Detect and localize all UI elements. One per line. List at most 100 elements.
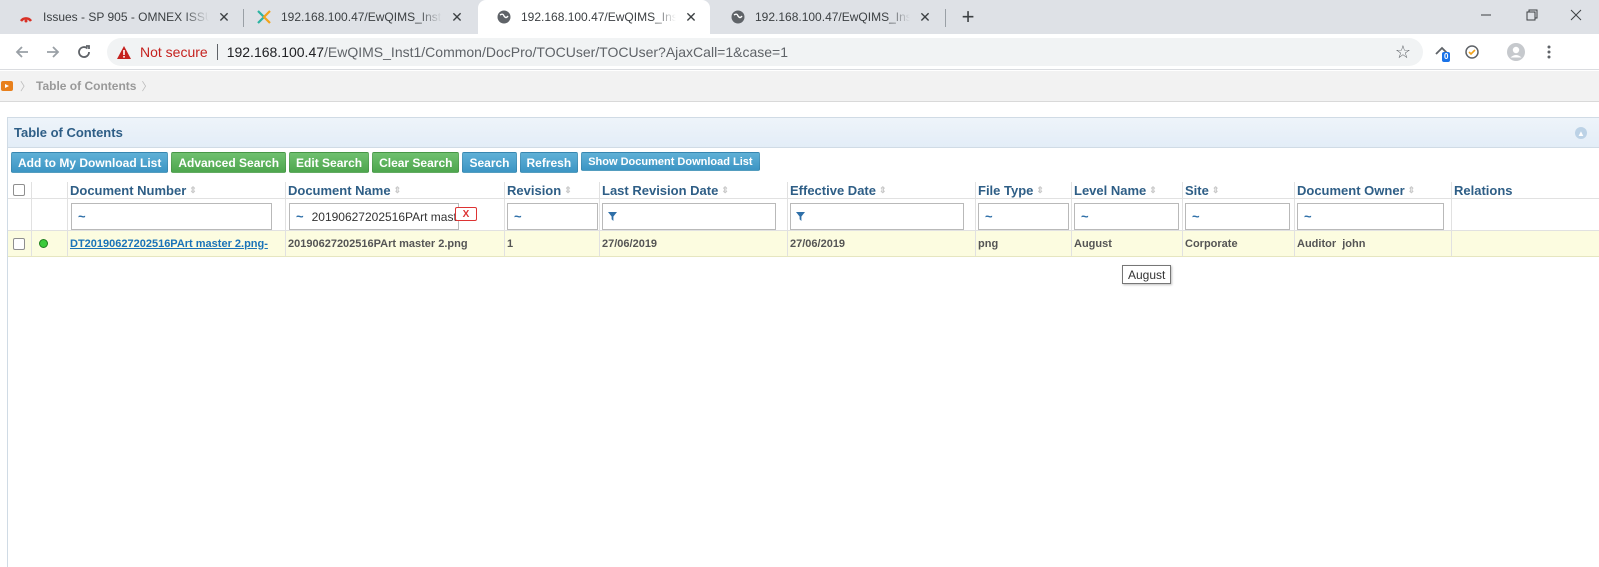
tab-title: 192.168.100.47/EwQIMS_Inst1/Common: [755, 10, 910, 24]
window-close-icon[interactable]: [1553, 0, 1599, 30]
browser-tab-strip: Issues - SP 905 - OMNEX ISSUE TRACKER ✕ …: [0, 0, 1599, 34]
document-number-link[interactable]: DT20190627202516PArt master 2.png-: [70, 238, 268, 250]
close-icon[interactable]: ✕: [682, 8, 700, 26]
filter-cell: [600, 199, 788, 230]
reload-icon[interactable]: [72, 40, 96, 64]
cell-revision: 1: [505, 231, 600, 256]
url-host: 192.168.100.47: [226, 44, 325, 60]
effective-date-filter-input[interactable]: [790, 203, 964, 230]
forward-arrow-icon[interactable]: [41, 40, 65, 64]
profile-avatar-icon[interactable]: [1506, 42, 1526, 62]
filter-cell: [1452, 199, 1599, 230]
document-name-filter-input[interactable]: ~20190627202516PArt master 2.png: [289, 203, 459, 230]
contains-operator-icon[interactable]: ~: [985, 209, 993, 224]
header-site[interactable]: Site ⇕: [1183, 182, 1295, 198]
filter-cell: ~: [1183, 199, 1295, 230]
filter-funnel-icon[interactable]: [608, 212, 617, 221]
breadcrumb-item[interactable]: Table of Contents: [36, 79, 136, 93]
header-document-number[interactable]: Document Number ⇕: [68, 182, 286, 198]
header-file-type[interactable]: File Type ⇕: [976, 182, 1072, 198]
filter-funnel-icon[interactable]: [796, 212, 805, 221]
header-label: Effective Date: [790, 182, 876, 198]
header-document-name[interactable]: Document Name ⇕: [286, 182, 505, 198]
browser-menu-icon[interactable]: [1539, 42, 1559, 62]
not-secure-label[interactable]: Not secure: [140, 44, 208, 60]
tab-ewqims-other[interactable]: 192.168.100.47/EwQIMS_Inst1/Common ✕: [712, 0, 944, 34]
document-name-filter-value: 20190627202516PArt master 2.png: [311, 209, 458, 224]
close-icon[interactable]: ✕: [448, 8, 466, 26]
action-buttons: Add to My Download List Advanced Search …: [11, 152, 760, 174]
cell-document-number: DT20190627202516PArt master 2.png-: [68, 231, 286, 256]
extension-ring-icon[interactable]: [1462, 42, 1482, 62]
header-label: Document Name: [288, 182, 391, 198]
sort-icon: ⇕: [564, 184, 572, 195]
home-icon[interactable]: [1, 79, 15, 93]
new-tab-plus-icon[interactable]: +: [956, 5, 980, 29]
header-level-name[interactable]: Level Name ⇕: [1072, 182, 1183, 198]
restore-icon[interactable]: [1509, 0, 1555, 30]
cell-effective-date: 27/06/2019: [788, 231, 976, 256]
header-effective-date[interactable]: Effective Date ⇕: [788, 182, 976, 198]
extension-icon[interactable]: 0: [1432, 42, 1452, 62]
cell-last-revision-date: 27/06/2019: [600, 231, 788, 256]
header-document-owner[interactable]: Document Owner ⇕: [1295, 182, 1452, 198]
status-header-cell: [32, 182, 68, 198]
contains-operator-icon[interactable]: ~: [296, 209, 304, 224]
grid-header-row: Document Number ⇕ Document Name ⇕ Revision…: [8, 182, 1599, 199]
tab-issues[interactable]: Issues - SP 905 - OMNEX ISSUE TRACKER ✕: [0, 0, 243, 34]
browser-toolbar: Not secure 192.168.100.47/EwQIMS_Inst1/C…: [0, 34, 1599, 70]
site-filter-input[interactable]: ~: [1185, 203, 1290, 230]
sort-icon: ⇕: [1149, 184, 1157, 195]
show-download-list-button[interactable]: Show Document Download List: [581, 152, 760, 171]
bookmark-star-icon[interactable]: ☆: [1395, 42, 1411, 63]
row-checkbox[interactable]: [13, 237, 25, 250]
toc-panel: Table of Contents ▲ Add to My Download L…: [7, 117, 1599, 567]
select-all-checkbox[interactable]: [13, 184, 25, 196]
close-icon[interactable]: ✕: [215, 8, 233, 26]
close-icon[interactable]: ✕: [916, 8, 934, 26]
filter-cell: ~: [976, 199, 1072, 230]
file-type-filter-input[interactable]: ~: [978, 203, 1069, 230]
add-to-download-list-button[interactable]: Add to My Download List: [11, 152, 169, 173]
warning-triangle-icon[interactable]: [116, 44, 132, 60]
revision-filter-input[interactable]: ~: [507, 203, 598, 230]
advanced-search-button[interactable]: Advanced Search: [171, 152, 287, 173]
clear-search-button[interactable]: Clear Search: [372, 152, 460, 173]
clear-filter-button[interactable]: X: [455, 207, 477, 221]
header-label: Document Owner: [1297, 182, 1405, 198]
address-bar[interactable]: Not secure 192.168.100.47/EwQIMS_Inst1/C…: [107, 38, 1423, 66]
tab-ewqims-common[interactable]: 192.168.100.47/EwQIMS_Inst1/common ✕: [244, 0, 476, 34]
header-label: File Type: [978, 182, 1034, 198]
document-number-filter-input[interactable]: ~: [71, 203, 272, 230]
header-revision[interactable]: Revision ⇕: [505, 182, 600, 198]
breadcrumb-separator: 〉: [141, 81, 153, 93]
edit-search-button[interactable]: Edit Search: [289, 152, 370, 173]
header-label: Revision: [507, 182, 562, 198]
refresh-button[interactable]: Refresh: [519, 152, 579, 173]
contains-operator-icon[interactable]: ~: [514, 209, 522, 224]
contains-operator-icon[interactable]: ~: [78, 209, 86, 224]
tab-ewqims-active[interactable]: 192.168.100.47/EwQIMS_Inst1/Common ✕: [478, 0, 710, 34]
search-button[interactable]: Search: [462, 152, 517, 173]
document-owner-filter-input[interactable]: ~: [1297, 203, 1444, 230]
sort-icon: ⇕: [1407, 184, 1416, 195]
sort-icon: ⇕: [1211, 184, 1220, 195]
contains-operator-icon[interactable]: ~: [1192, 209, 1200, 224]
breadcrumb-separator: 〉: [20, 81, 31, 93]
panel-title: Table of Contents: [14, 125, 123, 140]
back-arrow-icon[interactable]: [10, 40, 34, 64]
last-revision-date-filter-input[interactable]: [602, 203, 776, 230]
level-name-filter-input[interactable]: ~: [1074, 203, 1179, 230]
minimize-icon[interactable]: [1463, 0, 1509, 30]
contains-operator-icon[interactable]: ~: [1081, 209, 1089, 224]
filter-cell: ~20190627202516PArt master 2.png X: [286, 199, 505, 230]
cell-document-owner: Auditor john: [1295, 231, 1452, 256]
header-last-revision-date[interactable]: Last Revision Date ⇕: [600, 182, 788, 198]
table-row[interactable]: DT20190627202516PArt master 2.png- 20190…: [8, 231, 1599, 257]
cell-file-type: png: [976, 231, 1072, 256]
select-all-cell: [8, 182, 32, 198]
cell-level-name: August: [1072, 231, 1183, 256]
contains-operator-icon[interactable]: ~: [1304, 209, 1312, 224]
grid-filter-row: ~ ~20190627202516PArt master 2.png X ~ ~: [8, 199, 1599, 231]
collapse-icon[interactable]: ▲: [1575, 127, 1587, 139]
